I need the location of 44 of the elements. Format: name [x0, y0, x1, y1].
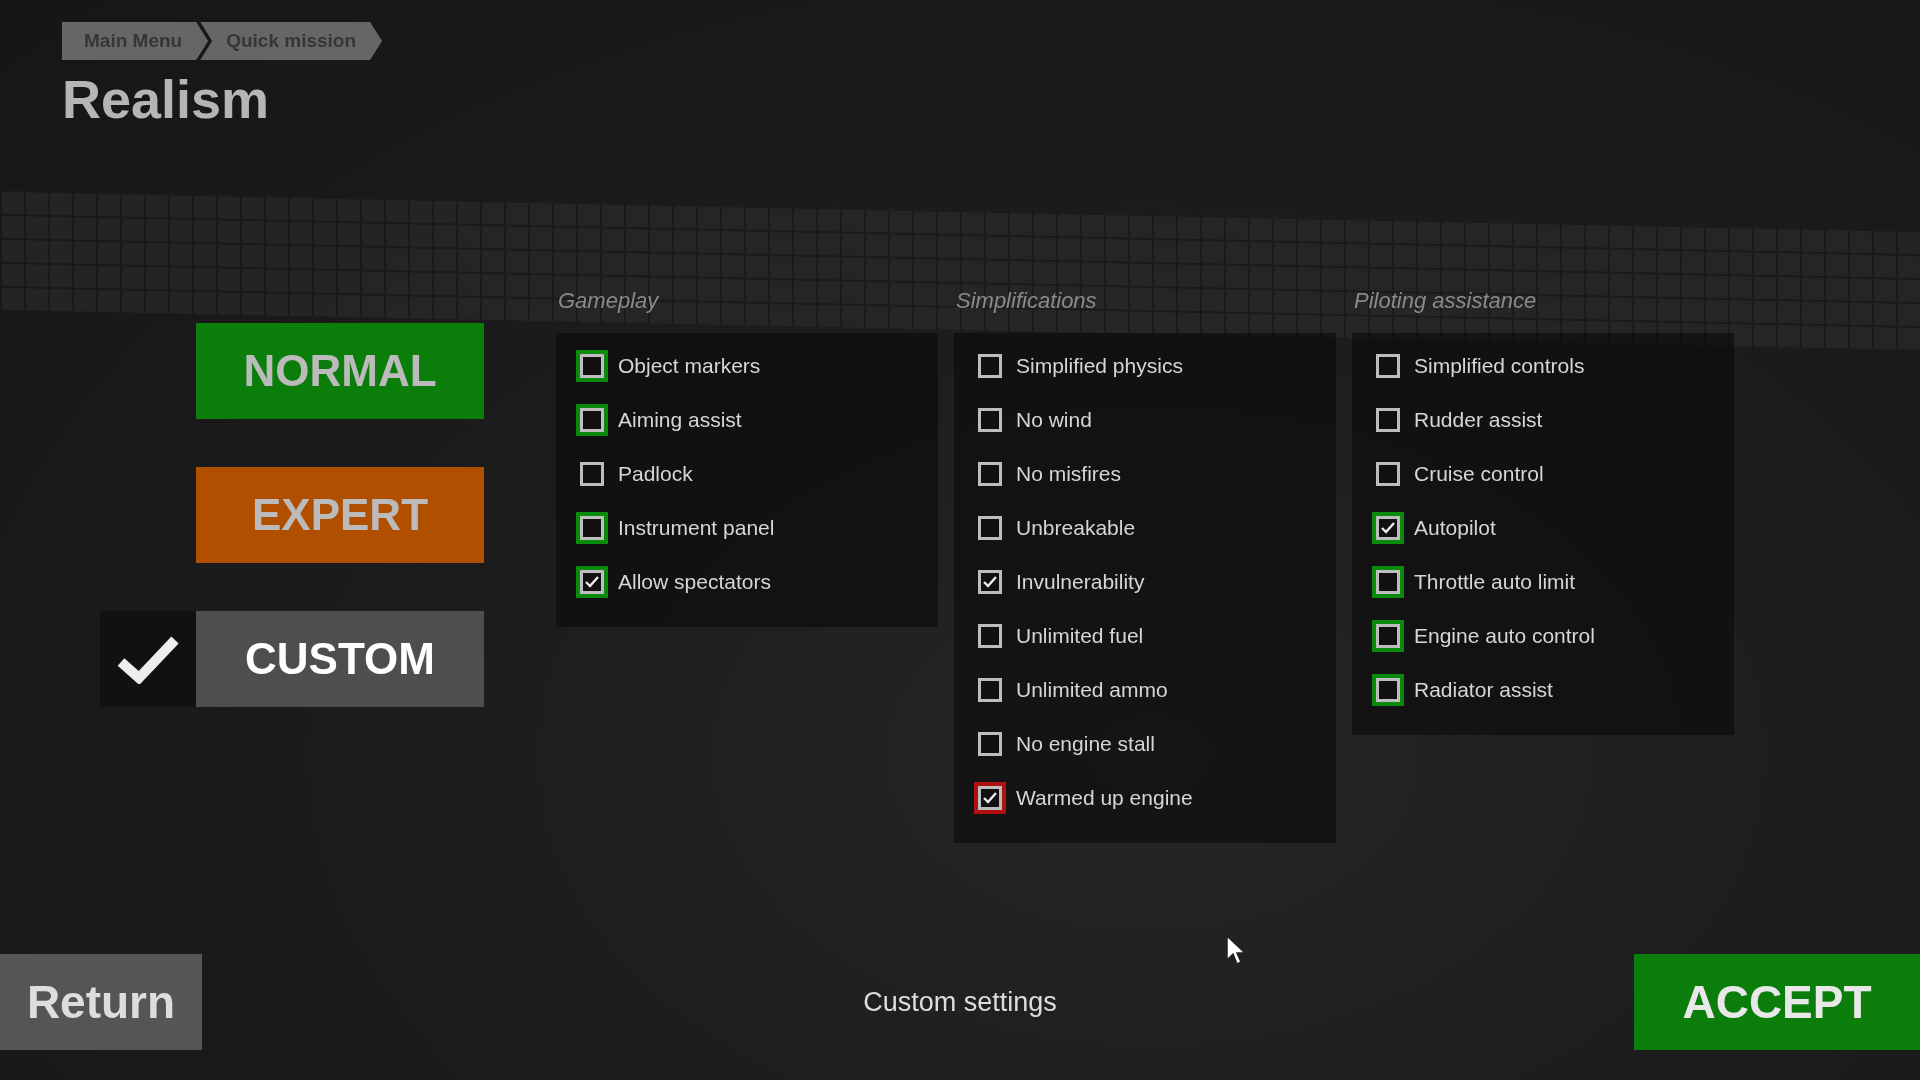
option-label: Rudder assist: [1414, 408, 1543, 433]
checkbox[interactable]: [576, 404, 608, 437]
option-label: Autopilot: [1414, 516, 1496, 541]
checkbox[interactable]: [1372, 512, 1404, 545]
checkmark-icon: [1380, 521, 1396, 536]
option-label: Unlimited ammo: [1016, 678, 1168, 703]
option-label: Instrument panel: [618, 516, 775, 541]
option-label: Invulnerability: [1016, 570, 1145, 595]
checkbox[interactable]: [1372, 566, 1404, 599]
status-text: Custom settings: [863, 986, 1057, 1018]
checkmark-icon: [584, 575, 600, 590]
option-label: Allow spectators: [618, 570, 771, 595]
option-label: Unbreakable: [1016, 516, 1136, 541]
checkbox[interactable]: [576, 512, 608, 545]
column-heading: Piloting assistance: [1354, 287, 1538, 316]
accept-button[interactable]: ACCEPT: [1634, 954, 1920, 1050]
checkbox[interactable]: [1372, 674, 1404, 707]
checkmark-icon: [982, 791, 998, 806]
option-label: Padlock: [618, 462, 693, 487]
column-heading: Simplifications: [956, 287, 1098, 316]
checkmark-icon: [982, 575, 998, 590]
page-title: Realism: [62, 70, 271, 130]
preset-button[interactable]: EXPERT: [196, 467, 484, 564]
preset-button[interactable]: CUSTOM: [196, 611, 484, 708]
option-label: Warmed up engine: [1016, 786, 1193, 811]
option-label: Aiming assist: [618, 408, 742, 433]
option-label: Throttle auto limit: [1414, 570, 1576, 595]
option-label: No engine stall: [1016, 732, 1155, 757]
option-label: Simplified controls: [1414, 354, 1585, 379]
checkbox[interactable]: [1372, 620, 1404, 653]
preset-button[interactable]: NORMAL: [196, 323, 484, 420]
option-label: Cruise control: [1414, 462, 1544, 487]
option-label: Object markers: [618, 354, 761, 379]
option-label: Simplified physics: [1016, 354, 1183, 379]
option-label: No wind: [1016, 408, 1092, 433]
return-button[interactable]: Return: [0, 954, 202, 1050]
option-label: No misfires: [1016, 462, 1121, 487]
option-label: Engine auto control: [1414, 624, 1595, 649]
option-label: Radiator assist: [1414, 678, 1553, 703]
checkbox[interactable]: [576, 566, 608, 599]
option-label: Unlimited fuel: [1016, 624, 1144, 649]
column-heading: Gameplay: [558, 287, 660, 316]
checkbox[interactable]: [974, 782, 1006, 815]
checkbox[interactable]: [576, 350, 608, 383]
